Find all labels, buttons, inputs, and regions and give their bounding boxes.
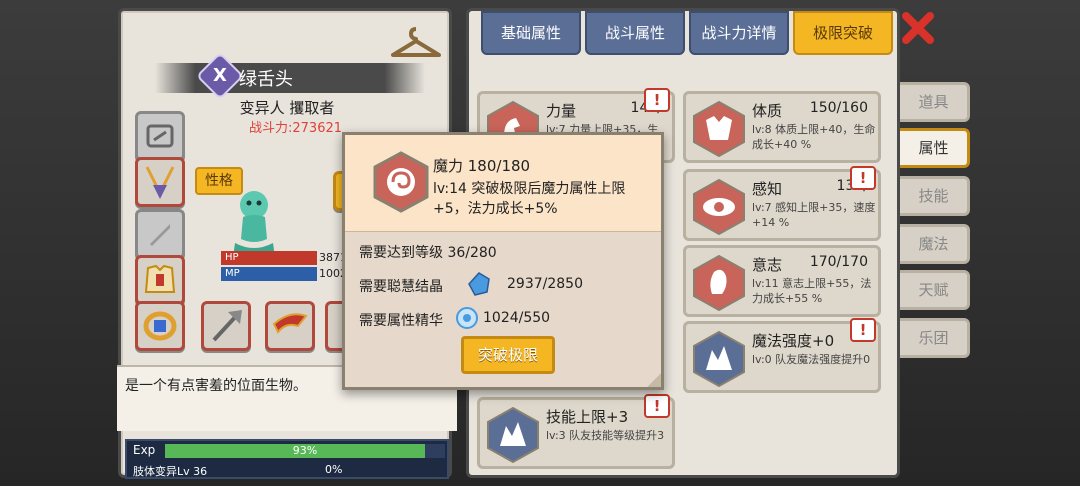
- tab-limit-break[interactable]: 极限突破: [793, 11, 893, 55]
- card-perception[interactable]: 感知 133/ lv:7 感知上限+35，速度+14 % !: [683, 166, 881, 241]
- page-curl: [647, 373, 661, 387]
- character-subtitle: 变异人 攫取者: [239, 99, 335, 117]
- equip-slot-weapon-1[interactable]: [201, 301, 251, 351]
- necklace-icon: [145, 166, 175, 199]
- close-icon[interactable]: [900, 10, 936, 46]
- frame-icon: [146, 124, 174, 148]
- card-desc: lv:11 意志上限+55，法力成长+55 %: [752, 277, 872, 305]
- alert-icon: !: [644, 88, 670, 112]
- card-constitution[interactable]: 体质 150/160 lv:8 体质上限+40，生命成长+40 %: [683, 91, 881, 163]
- card-desc: lv:7 感知上限+35，速度+14 %: [752, 201, 876, 229]
- card-title: 体质: [752, 102, 783, 120]
- limit-break-popup: 魔力 180/180 lv:14 突破极限后魔力属性上限+5，法力成长+5% 需…: [342, 132, 664, 390]
- req-level: 需要达到等级 36/280: [359, 245, 497, 261]
- mp-bar: MP: [221, 267, 317, 281]
- popup-requirements: 需要达到等级 36/280 需要聪慧结晶 2937/2850 需要属性精华 10…: [345, 231, 661, 387]
- side-tab-band[interactable]: 乐团: [900, 318, 970, 358]
- req-crystal-label: 需要聪慧结晶: [359, 279, 443, 295]
- exp-label: Exp: [133, 443, 156, 457]
- card-desc: lv:8 体质上限+40，生命成长+40 %: [752, 123, 876, 151]
- card-value: 170/170: [809, 254, 868, 270]
- equip-slot-weapon-2[interactable]: [265, 301, 315, 351]
- mana-icon: [373, 151, 429, 213]
- req-essence-value: 1024/550: [483, 310, 551, 326]
- exp-panel: Exp 93% 肢体变异Lv 36 0%: [125, 439, 449, 479]
- exp-percent: 93%: [292, 444, 318, 457]
- card-desc: lv:3 队友技能等级提升3: [546, 429, 665, 442]
- constitution-icon: [693, 100, 745, 158]
- combat-power: 战斗力:273621: [249, 121, 343, 136]
- tab-basic-attributes[interactable]: 基础属性: [481, 11, 581, 55]
- limit-break-button[interactable]: 突破极限: [461, 336, 555, 374]
- side-tab-magic[interactable]: 魔法: [900, 224, 970, 264]
- card-will[interactable]: 意志 170/170 lv:11 意志上限+55，法力成长+55 %: [683, 245, 881, 317]
- equip-slot-armor[interactable]: [135, 255, 185, 305]
- card-value: 150/160: [809, 100, 868, 116]
- card-title: 技能上限+3: [546, 408, 629, 426]
- card-magic-power[interactable]: 魔法强度+0 lv:0 队友魔法强度提升0 !: [683, 318, 881, 393]
- tab-combat-attributes[interactable]: 战斗属性: [585, 11, 685, 55]
- card-skill-cap[interactable]: 技能上限+3 lv:3 队友技能等级提升3 !: [477, 394, 675, 469]
- req-essence-label: 需要属性精华: [359, 313, 443, 329]
- blade-icon: [272, 313, 308, 334]
- magic-power-icon: [693, 330, 745, 388]
- exp-bar: 93%: [165, 444, 445, 458]
- req-crystal-value: 2937/2850: [507, 276, 583, 292]
- alert-icon: !: [644, 394, 670, 418]
- tab-bar: 基础属性 战斗属性 战斗力详情 极限突破: [481, 11, 893, 57]
- popup-title: 魔力 180/180: [433, 157, 531, 175]
- popup-description: lv:14 突破极限后魔力属性上限+5，法力成长+5%: [433, 181, 626, 217]
- hanger-icon[interactable]: [389, 25, 443, 61]
- equip-slot-necklace[interactable]: [135, 157, 185, 207]
- wisdom-crystal-icon: [468, 272, 490, 296]
- skill-label: 肢体变异Lv 36: [133, 465, 208, 478]
- eye-icon: [693, 178, 745, 236]
- tab-power-details[interactable]: 战斗力详情: [689, 11, 789, 55]
- will-icon: [693, 254, 745, 312]
- popup-header: 魔力 180/180 lv:14 突破极限后魔力属性上限+5，法力成长+5%: [345, 135, 661, 231]
- side-tab-talent[interactable]: 天赋: [900, 270, 970, 310]
- ring-icon: [143, 311, 177, 341]
- card-desc: lv:0 队友魔法强度提升0: [752, 353, 871, 366]
- alert-icon: !: [850, 318, 876, 342]
- side-tab-items[interactable]: 道具: [900, 82, 970, 122]
- axe-icon: [212, 310, 242, 342]
- equip-slot-ring[interactable]: [135, 301, 185, 351]
- card-title: 力量: [546, 102, 577, 120]
- creature-portrait: [233, 191, 275, 257]
- sword-silhouette-icon: [150, 224, 170, 246]
- card-title: 意志: [752, 256, 783, 274]
- card-title: 感知: [752, 180, 783, 198]
- side-tab-attributes[interactable]: 属性: [900, 128, 970, 168]
- skill-cap-icon: [487, 406, 539, 464]
- alert-icon: !: [850, 166, 876, 190]
- attribute-essence-icon: [456, 307, 478, 329]
- card-title: 魔法强度+0: [752, 332, 835, 350]
- armor-icon: [144, 264, 176, 293]
- hp-bar: HP: [221, 251, 317, 265]
- skill-percent: 0%: [325, 463, 343, 476]
- equip-slot-top[interactable]: [135, 111, 185, 161]
- side-tab-skills[interactable]: 技能: [900, 176, 970, 216]
- equip-slot-empty[interactable]: [135, 209, 185, 259]
- character-name: 绿舌头: [239, 69, 293, 90]
